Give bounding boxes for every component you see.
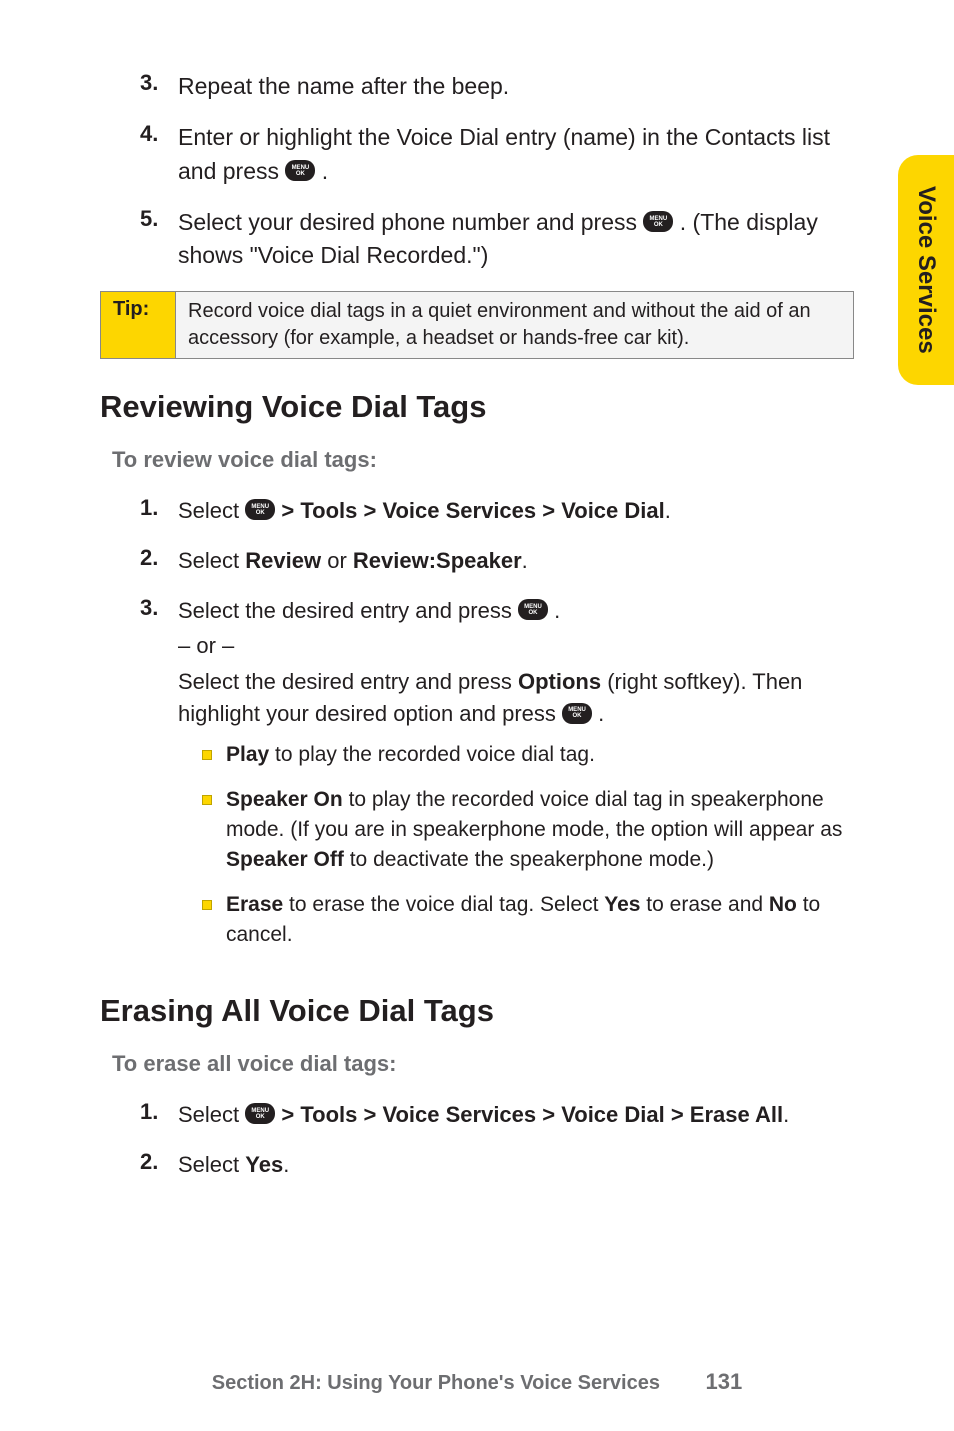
page-footer: Section 2H: Using Your Phone's Voice Ser…: [0, 1369, 954, 1395]
bullet-item: Erase to erase the voice dial tag. Selec…: [202, 890, 864, 951]
step-3: 3. Repeat the name after the beep.: [100, 70, 864, 103]
review-step-1: 1. Select MENUOK > Tools > Voice Service…: [100, 495, 864, 527]
text-part: Select: [178, 498, 245, 523]
section-heading-review: Reviewing Voice Dial Tags: [100, 389, 864, 425]
step-number: 2.: [140, 545, 178, 577]
text-part: to erase the voice dial tag. Select: [283, 893, 604, 916]
step-4: 4. Enter or highlight the Voice Dial ent…: [100, 121, 864, 188]
bullet-icon: [202, 795, 212, 805]
text-part: .: [522, 548, 528, 573]
review-step-3: 3. Select the desired entry and press ME…: [100, 595, 864, 965]
text-part: .: [592, 701, 604, 726]
text-part: to play the recorded voice dial tag.: [269, 743, 595, 766]
bullet-list: Play to play the recorded voice dial tag…: [202, 740, 864, 951]
bullet-item: Speaker On to play the recorded voice di…: [202, 785, 864, 876]
text-part: or: [321, 548, 353, 573]
text-part: .: [315, 158, 328, 184]
text-part: Select: [178, 1102, 245, 1127]
bullet-icon: [202, 900, 212, 910]
option-name: No: [769, 893, 797, 916]
bullet-text: Speaker On to play the recorded voice di…: [226, 785, 864, 876]
bullet-icon: [202, 750, 212, 760]
section-subheading: To review voice dial tags:: [112, 447, 864, 473]
step-number: 1.: [140, 1099, 178, 1131]
text-part: .: [548, 598, 560, 623]
or-separator: – or –: [178, 630, 864, 662]
option-name: Erase: [226, 893, 283, 916]
section-heading-erase: Erasing All Voice Dial Tags: [100, 993, 864, 1029]
erase-step-2: 2. Select Yes.: [100, 1149, 864, 1181]
text-part: Select your desired phone number and pre…: [178, 209, 643, 235]
menu-ok-icon: MENUOK: [643, 211, 673, 232]
review-step-2: 2. Select Review or Review:Speaker.: [100, 545, 864, 577]
step-text: Select MENUOK > Tools > Voice Services >…: [178, 495, 864, 527]
text-part: Select: [178, 548, 245, 573]
step-number: 1.: [140, 495, 178, 527]
menu-path: > Tools > Voice Services > Voice Dial > …: [275, 1102, 783, 1127]
step-text: Repeat the name after the beep.: [178, 70, 864, 103]
option-name: Yes: [604, 893, 640, 916]
text-part: .: [665, 498, 671, 523]
footer-text: Section 2H: Using Your Phone's Voice Ser…: [212, 1372, 660, 1394]
text-part: .: [783, 1102, 789, 1127]
text-part: Select the desired entry and press: [178, 669, 518, 694]
text-part: Enter or highlight the Voice Dial entry …: [178, 124, 830, 183]
step-text: Select the desired entry and press MENUO…: [178, 595, 864, 965]
step-text: Select your desired phone number and pre…: [178, 206, 864, 273]
step-5: 5. Select your desired phone number and …: [100, 206, 864, 273]
bullet-text: Play to play the recorded voice dial tag…: [226, 740, 864, 770]
step-number: 5.: [140, 206, 178, 273]
side-tab: Voice Services: [898, 155, 954, 385]
text-part: Select: [178, 1152, 245, 1177]
step-number: 3.: [140, 70, 178, 103]
option-name: Review: [245, 548, 321, 573]
menu-ok-icon: MENUOK: [562, 703, 592, 724]
bullet-item: Play to play the recorded voice dial tag…: [202, 740, 864, 770]
step-text: Select Yes.: [178, 1149, 864, 1181]
text-part: to erase and: [640, 893, 768, 916]
menu-ok-icon: MENUOK: [518, 599, 548, 620]
page-content: 3. Repeat the name after the beep. 4. En…: [0, 0, 954, 1238]
menu-path: > Tools > Voice Services > Voice Dial: [275, 498, 664, 523]
softkey-name: Options: [518, 669, 601, 694]
option-name: Play: [226, 743, 269, 766]
side-tab-label: Voice Services: [912, 186, 940, 354]
option-name: Speaker Off: [226, 848, 344, 871]
step-text: Select Review or Review:Speaker.: [178, 545, 864, 577]
section-subheading: To erase all voice dial tags:: [112, 1051, 864, 1077]
menu-ok-icon: MENUOK: [245, 499, 275, 520]
menu-ok-icon: MENUOK: [285, 160, 315, 181]
tip-text: Record voice dial tags in a quiet enviro…: [176, 292, 853, 358]
step-number: 4.: [140, 121, 178, 188]
menu-ok-icon: MENUOK: [245, 1103, 275, 1124]
option-name: Review:Speaker: [353, 548, 522, 573]
step-text: Enter or highlight the Voice Dial entry …: [178, 121, 864, 188]
text-part: .: [283, 1152, 289, 1177]
page-number: 131: [706, 1369, 743, 1395]
step-text: Select MENUOK > Tools > Voice Services >…: [178, 1099, 864, 1131]
option-name: Yes: [245, 1152, 283, 1177]
step-number: 3.: [140, 595, 178, 965]
text-part: to deactivate the speakerphone mode.): [344, 848, 714, 871]
tip-box: Tip: Record voice dial tags in a quiet e…: [100, 291, 854, 359]
bullet-text: Erase to erase the voice dial tag. Selec…: [226, 890, 864, 951]
option-name: Speaker On: [226, 788, 343, 811]
text-part: Select the desired entry and press: [178, 598, 518, 623]
tip-label: Tip:: [101, 292, 176, 358]
erase-step-1: 1. Select MENUOK > Tools > Voice Service…: [100, 1099, 864, 1131]
step-number: 2.: [140, 1149, 178, 1181]
